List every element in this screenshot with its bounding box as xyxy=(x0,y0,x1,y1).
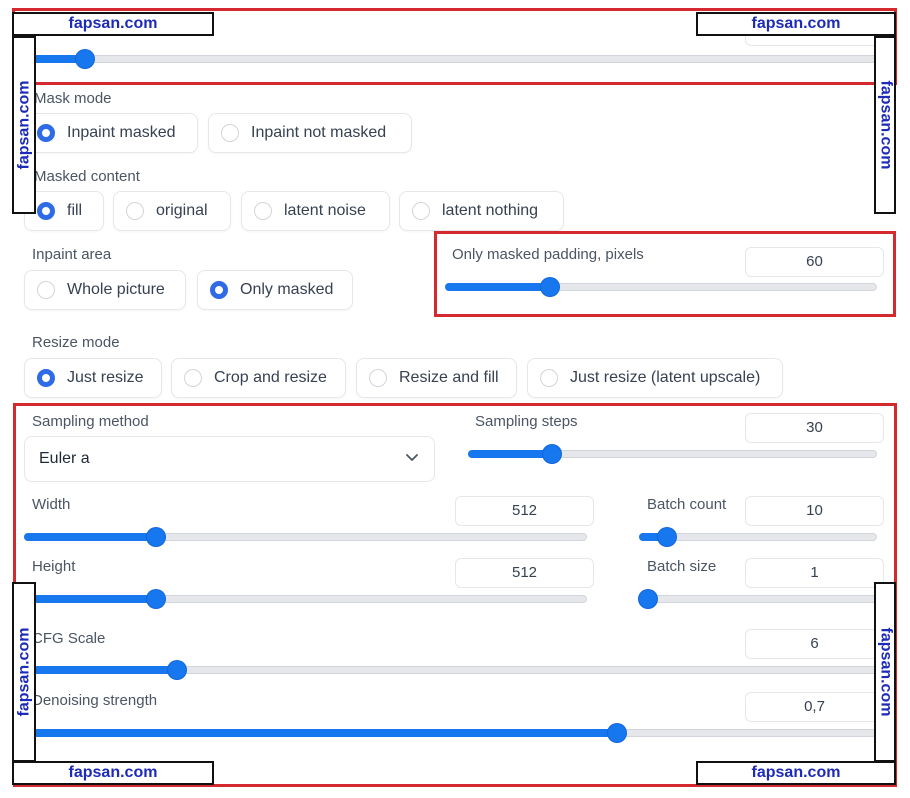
radio-unselected-icon xyxy=(540,369,558,387)
highlight-frame-padding xyxy=(434,231,896,317)
masked-content-fill[interactable]: fill xyxy=(24,191,104,231)
radio-unselected-icon xyxy=(184,369,202,387)
resize-mode-just-resize-latent-upscale[interactable]: Just resize (latent upscale) xyxy=(527,358,783,398)
radio-unselected-icon xyxy=(369,369,387,387)
watermark-right-upper: fapsan.com xyxy=(874,36,896,214)
watermark-text: fapsan.com xyxy=(68,15,158,32)
radio-label: Just resize xyxy=(67,369,144,386)
resize-mode-resize-and-fill[interactable]: Resize and fill xyxy=(356,358,517,398)
masked-content-latent-nothing[interactable]: latent nothing xyxy=(399,191,564,231)
radio-label: Only masked xyxy=(240,281,334,298)
masked-content-latent-noise[interactable]: latent noise xyxy=(241,191,390,231)
inpaint-area-only-masked[interactable]: Only masked xyxy=(197,270,353,310)
radio-label: Crop and resize xyxy=(214,369,327,386)
watermark-text: fapsan.com xyxy=(751,764,841,781)
radio-selected-icon xyxy=(37,369,55,387)
radio-label: latent noise xyxy=(284,202,366,219)
radio-label: original xyxy=(156,202,208,219)
watermark-bottom-right: fapsan.com xyxy=(696,761,896,785)
watermark-text: fapsan.com xyxy=(15,80,33,170)
radio-selected-icon xyxy=(37,202,55,220)
radio-unselected-icon xyxy=(254,202,272,220)
watermark-left-upper: fapsan.com xyxy=(12,36,36,214)
resize-mode-just-resize[interactable]: Just resize xyxy=(24,358,162,398)
radio-unselected-icon xyxy=(126,202,144,220)
masked-content-label: Masked content xyxy=(34,168,140,185)
watermark-text: fapsan.com xyxy=(751,15,841,32)
radio-label: Whole picture xyxy=(67,281,165,298)
radio-unselected-icon xyxy=(412,202,430,220)
inpaint-area-label: Inpaint area xyxy=(32,246,112,263)
highlight-frame-generation xyxy=(13,403,897,787)
inpaint-area-whole-picture[interactable]: Whole picture xyxy=(24,270,186,310)
radio-unselected-icon xyxy=(37,281,55,299)
mask-mode-inpaint-masked[interactable]: Inpaint masked xyxy=(24,113,198,153)
watermark-top-right: fapsan.com xyxy=(696,12,896,36)
radio-label: Just resize (latent upscale) xyxy=(570,369,761,386)
watermark-text: fapsan.com xyxy=(68,764,158,781)
resize-mode-label: Resize mode xyxy=(32,334,120,351)
watermark-top-left: fapsan.com xyxy=(12,12,214,36)
mask-mode-label: Mask mode xyxy=(34,90,112,107)
watermark-left-lower: fapsan.com xyxy=(12,582,36,762)
radio-selected-icon xyxy=(210,281,228,299)
watermark-text: fapsan.com xyxy=(877,627,895,717)
watermark-right-lower: fapsan.com xyxy=(874,582,896,762)
radio-label: Resize and fill xyxy=(399,369,499,386)
watermark-text: fapsan.com xyxy=(877,80,895,170)
radio-label: Inpaint masked xyxy=(67,124,176,141)
radio-label: fill xyxy=(67,202,83,219)
mask-mode-inpaint-not-masked[interactable]: Inpaint not masked xyxy=(208,113,412,153)
watermark-bottom-left: fapsan.com xyxy=(12,761,214,785)
resize-mode-crop-and-resize[interactable]: Crop and resize xyxy=(171,358,346,398)
radio-unselected-icon xyxy=(221,124,239,142)
watermark-text: fapsan.com xyxy=(15,627,33,717)
radio-label: latent nothing xyxy=(442,202,539,219)
radio-label: Inpaint not masked xyxy=(251,124,387,141)
radio-selected-icon xyxy=(37,124,55,142)
masked-content-original[interactable]: original xyxy=(113,191,231,231)
